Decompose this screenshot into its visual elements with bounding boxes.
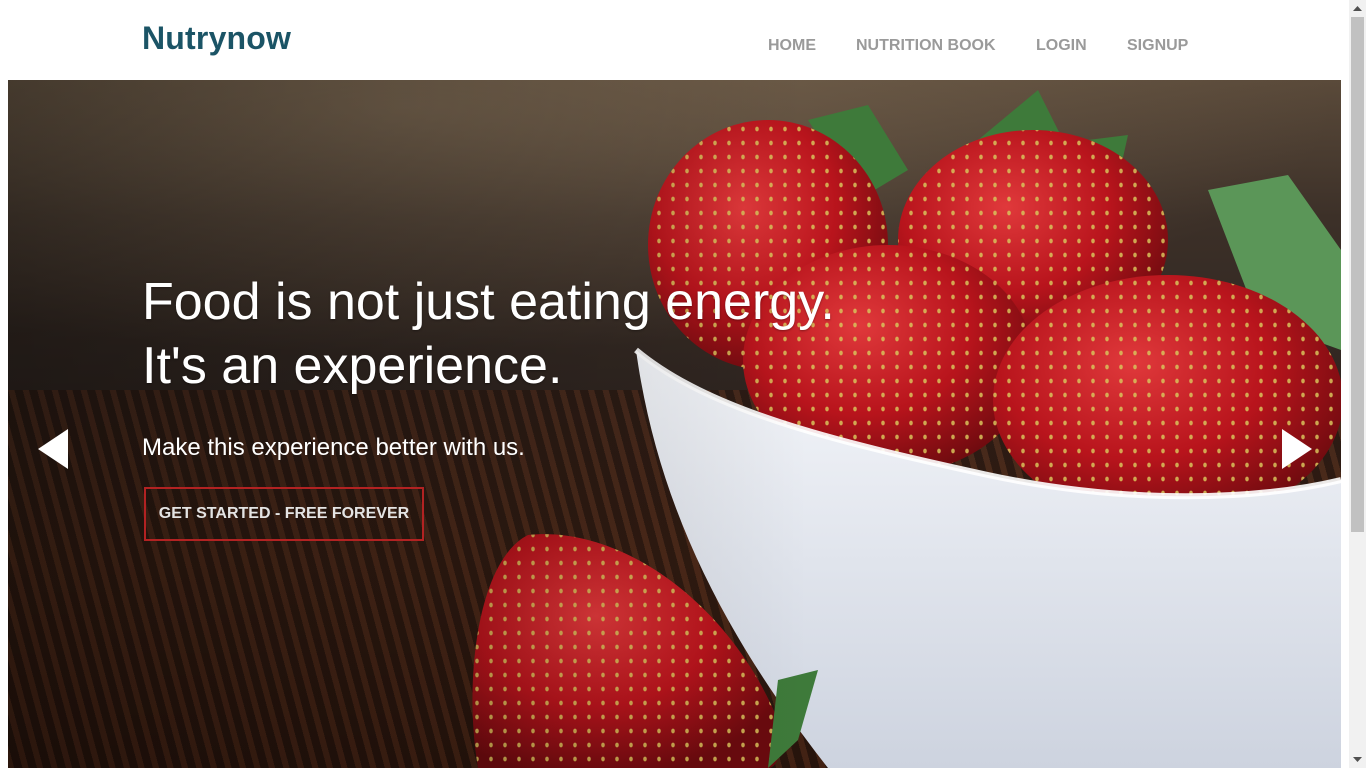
scrollbar-thumb[interactable]	[1351, 17, 1364, 532]
carousel-next-button[interactable]	[1280, 429, 1312, 469]
top-navbar: Nutrynow HOME NUTRITION BOOK LOGIN SIGNU…	[0, 0, 1349, 80]
nav-item-nutrition-book[interactable]: NUTRITION BOOK	[856, 37, 996, 55]
hero-carousel: Food is not just eating energy. It's an …	[8, 80, 1341, 768]
nav-menu: HOME NUTRITION BOOK LOGIN SIGNUP	[0, 37, 1349, 57]
nav-item-signup[interactable]: SIGNUP	[1127, 37, 1188, 55]
triangle-right-icon	[1282, 429, 1312, 469]
get-started-button[interactable]: GET STARTED - FREE FOREVER	[144, 487, 424, 541]
vertical-scrollbar[interactable]	[1349, 0, 1366, 768]
hero-headline-line-1: Food is not just eating energy.	[142, 273, 835, 331]
triangle-left-icon	[38, 429, 68, 469]
hero-headline-line-2: It's an experience.	[142, 337, 563, 395]
nav-item-login[interactable]: LOGIN	[1036, 37, 1087, 55]
nav-item-home[interactable]: HOME	[768, 37, 816, 55]
scroll-up-arrow-icon[interactable]	[1349, 0, 1366, 17]
hero-headline: Food is not just eating energy. It's an …	[142, 270, 835, 398]
hero-text-shade	[8, 80, 808, 768]
scroll-down-arrow-icon[interactable]	[1349, 751, 1366, 768]
hero-subtitle: Make this experience better with us.	[142, 434, 525, 461]
carousel-prev-button[interactable]	[38, 429, 70, 469]
